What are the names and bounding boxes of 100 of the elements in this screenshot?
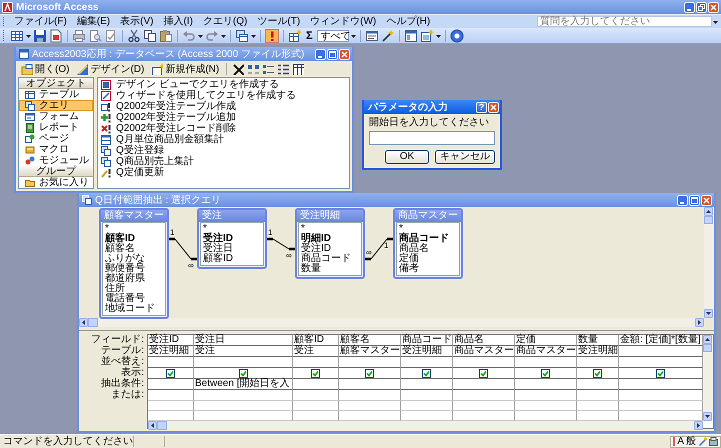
- list-view-icon[interactable]: [277, 63, 290, 75]
- field-name[interactable]: 商品コード: [399, 234, 457, 244]
- table-cell[interactable]: 受注明細: [148, 346, 194, 357]
- grid-cell[interactable]: [148, 368, 194, 379]
- query-item[interactable]: ウィザードを使用してクエリを作成する: [101, 90, 346, 101]
- field-name[interactable]: ふりがな: [105, 254, 163, 264]
- menu-item[interactable]: ヘルプ(H): [381, 16, 436, 28]
- scroll-right-button[interactable]: [695, 318, 704, 327]
- grid-cell[interactable]: [194, 368, 293, 379]
- vertical-scrollbar[interactable]: [703, 335, 713, 421]
- show-checkbox[interactable]: [422, 368, 431, 378]
- run-icon[interactable]: [265, 28, 279, 42]
- parameter-field[interactable]: [369, 131, 495, 145]
- field-name[interactable]: 商品コード: [301, 254, 359, 264]
- document-icon[interactable]: [49, 28, 63, 42]
- menu-item[interactable]: ファイル(F): [9, 16, 72, 28]
- copy-icon[interactable]: [143, 28, 157, 42]
- field-name[interactable]: 顧客ID: [105, 234, 163, 244]
- grid-cell[interactable]: [339, 401, 401, 411]
- grid-cell[interactable]: [453, 368, 515, 379]
- input-mode-button[interactable]: A: [677, 436, 684, 446]
- paste-icon[interactable]: [159, 28, 173, 42]
- datasheet-icon[interactable]: [10, 28, 24, 42]
- ok-button[interactable]: OK: [385, 150, 429, 164]
- table-cell[interactable]: 受注: [194, 346, 293, 357]
- field-name[interactable]: 受注ID: [301, 244, 359, 254]
- grid-cell[interactable]: [515, 379, 577, 390]
- cancel-button[interactable]: キャンセル: [435, 150, 495, 164]
- show-checkbox[interactable]: [365, 368, 374, 378]
- query-item[interactable]: Q月単位商品別金額集計: [101, 134, 346, 145]
- field-cell[interactable]: 受注ID: [148, 335, 194, 346]
- field-name[interactable]: *: [399, 224, 457, 234]
- field-cell[interactable]: 商品名: [453, 335, 515, 346]
- open-button[interactable]: 開く(O): [19, 62, 72, 76]
- field-cell[interactable]: 定価: [515, 335, 577, 346]
- menu-item[interactable]: 挿入(I): [158, 16, 198, 28]
- section-header[interactable]: グループ: [19, 166, 93, 177]
- grid-cell[interactable]: [293, 390, 339, 401]
- grid-cell[interactable]: [577, 368, 619, 379]
- grid-cell[interactable]: [577, 390, 619, 401]
- field-name[interactable]: *: [301, 224, 359, 234]
- properties-icon[interactable]: [364, 28, 379, 42]
- minimize-button[interactable]: [315, 48, 326, 60]
- help-field[interactable]: 質問を入力してください: [537, 16, 712, 27]
- maximize-button[interactable]: [327, 48, 338, 60]
- scroll-left-button[interactable]: [148, 421, 157, 430]
- close-button[interactable]: [701, 194, 712, 206]
- field-name[interactable]: 数量: [301, 264, 359, 274]
- scroll-up-button[interactable]: [703, 335, 712, 344]
- field-cell[interactable]: 数量: [577, 335, 619, 346]
- grid-cell[interactable]: [515, 390, 577, 401]
- field-cell[interactable]: 顧客名: [339, 335, 401, 346]
- grid-cell[interactable]: [453, 379, 515, 390]
- field-name[interactable]: 明細ID: [301, 234, 359, 244]
- table-cell[interactable]: 顧客マスター: [339, 346, 401, 357]
- print-preview-icon[interactable]: [88, 28, 102, 42]
- spelling-icon[interactable]: [104, 28, 118, 42]
- horizontal-scrollbar[interactable]: [79, 318, 704, 327]
- show-checkbox[interactable]: [656, 368, 665, 378]
- scroll-left-button[interactable]: [79, 318, 88, 327]
- tools-icon[interactable]: [709, 437, 718, 446]
- grid-cell[interactable]: [148, 390, 194, 401]
- group-item[interactable]: お気に入り: [19, 177, 93, 188]
- scroll-down-button[interactable]: [704, 309, 713, 318]
- field-name[interactable]: 電話番号: [105, 294, 163, 304]
- query-item[interactable]: Q商品別売上集計: [101, 156, 346, 167]
- details-view-icon[interactable]: [292, 63, 304, 75]
- printer-icon[interactable]: [72, 28, 86, 42]
- object-item[interactable]: フォーム: [19, 111, 93, 122]
- scroll-right-button[interactable]: [694, 421, 703, 430]
- design-button[interactable]: デザイン(D): [74, 62, 146, 76]
- query-item[interactable]: Q2002年受注テーブル作成: [101, 101, 346, 112]
- field-name[interactable]: 顧客ID: [203, 254, 261, 264]
- scroll-thumb[interactable]: [704, 216, 713, 224]
- show-checkbox[interactable]: [479, 368, 488, 378]
- show-checkbox[interactable]: [166, 368, 175, 378]
- table-cell[interactable]: 商品マスター: [515, 346, 577, 357]
- scroll-up-button[interactable]: [704, 207, 713, 216]
- query-item[interactable]: Q定価更新: [101, 167, 346, 178]
- grid-cell[interactable]: [577, 401, 619, 411]
- help-icon[interactable]: [450, 28, 464, 42]
- grid-cell[interactable]: [453, 390, 515, 401]
- grid-cell[interactable]: [577, 357, 619, 368]
- show-checkbox[interactable]: [593, 368, 602, 378]
- grid-cell[interactable]: [577, 379, 619, 390]
- menu-item[interactable]: クエリ(Q): [198, 16, 252, 28]
- object-item[interactable]: モジュール: [19, 155, 93, 166]
- grid-cell[interactable]: [194, 357, 293, 368]
- show-checkbox[interactable]: [311, 368, 320, 378]
- grid-cell[interactable]: [515, 368, 577, 379]
- grid-cell[interactable]: [619, 368, 703, 379]
- field-name[interactable]: 定価: [399, 254, 457, 264]
- grid-cell[interactable]: [339, 379, 401, 390]
- grid-cell[interactable]: [148, 401, 194, 411]
- totals-button[interactable]: Σ: [304, 28, 315, 42]
- field-cell[interactable]: 顧客ID: [293, 335, 339, 346]
- close-button[interactable]: [488, 102, 499, 112]
- query-item[interactable]: Q2002年受注レコード削除: [101, 123, 346, 134]
- field-cell[interactable]: 受注日: [194, 335, 293, 346]
- grid-cell[interactable]: [194, 390, 293, 401]
